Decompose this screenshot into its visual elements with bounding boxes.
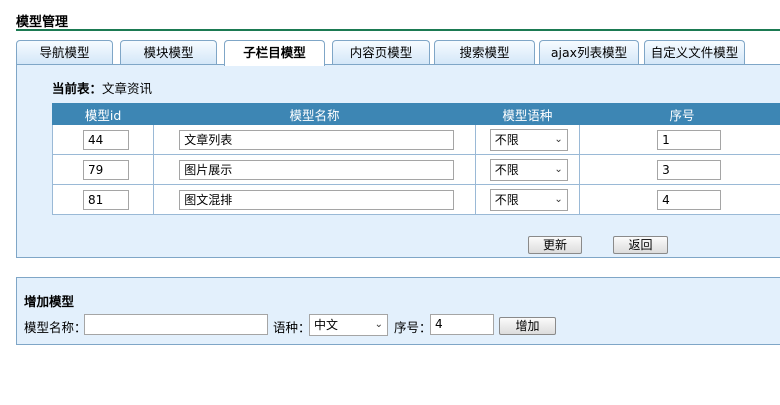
- model-lang-value: 不限: [494, 132, 519, 147]
- model-id-field[interactable]: 81: [83, 189, 129, 210]
- model-lang-select[interactable]: 不限 ⌄: [489, 188, 568, 211]
- col-header-id: 模型id: [51, 103, 155, 125]
- table-row: 79 图片展示 不限 ⌄ 3: [51, 154, 780, 185]
- new-model-lang-select[interactable]: 中文 ⌄: [309, 314, 388, 336]
- chevron-down-icon: ⌄: [374, 319, 383, 330]
- tab-search-model[interactable]: 搜索模型: [434, 40, 535, 64]
- new-model-name-input[interactable]: [84, 314, 268, 335]
- model-lang-select[interactable]: 不限 ⌄: [489, 128, 568, 151]
- model-panel: 当前表：文章资讯 模型id 模型名称 模型语种 序号 44 文章列表 不限 ⌄ 1…: [16, 64, 780, 258]
- lang-label: 语种：: [273, 320, 311, 335]
- model-lang-value: 不限: [494, 162, 519, 177]
- tab-content-page-model[interactable]: 内容页模型: [332, 40, 430, 64]
- back-button[interactable]: 返回: [613, 236, 668, 254]
- new-model-lang-value: 中文: [314, 318, 339, 332]
- table-row: 81 图文混排 不限 ⌄ 4: [51, 184, 780, 215]
- current-table: 当前表：文章资讯: [52, 78, 152, 97]
- chevron-down-icon: ⌄: [554, 193, 563, 205]
- model-lang-select[interactable]: 不限 ⌄: [489, 158, 568, 181]
- model-order-field[interactable]: 3: [657, 159, 722, 180]
- table-header-row: 模型id 模型名称 模型语种 序号: [51, 103, 780, 125]
- model-order-field[interactable]: 1: [657, 129, 722, 150]
- col-header-lang: 模型语种: [474, 103, 581, 125]
- tab-ajax-list-model[interactable]: ajax列表模型: [539, 40, 639, 64]
- table-row: 44 文章列表 不限 ⌄ 1: [51, 124, 780, 155]
- model-order-field[interactable]: 4: [657, 189, 722, 210]
- chevron-down-icon: ⌄: [554, 133, 563, 145]
- new-model-order-input[interactable]: 4: [430, 314, 494, 335]
- title-divider: [16, 29, 780, 31]
- add-model-button[interactable]: 增加: [499, 317, 556, 335]
- tab-module-model[interactable]: 模块模型: [120, 40, 217, 64]
- col-header-name: 模型名称: [153, 103, 476, 125]
- model-name-label: 模型名称：: [24, 320, 87, 335]
- model-id-field[interactable]: 44: [83, 129, 129, 150]
- chevron-down-icon: ⌄: [554, 163, 563, 175]
- col-header-order: 序号: [579, 103, 780, 125]
- model-name-field[interactable]: 图文混排: [179, 189, 455, 210]
- tab-custom-file-model[interactable]: 自定义文件模型: [644, 40, 745, 64]
- model-name-field[interactable]: 文章列表: [179, 129, 455, 150]
- tab-subcolumn-model[interactable]: 子栏目模型: [224, 40, 325, 66]
- tab-nav-model[interactable]: 导航模型: [16, 40, 113, 64]
- add-model-panel: 增加模型 模型名称： 语种： 中文 ⌄ 序号： 4 增加: [16, 277, 780, 345]
- model-id-field[interactable]: 79: [83, 159, 129, 180]
- model-table: 模型id 模型名称 模型语种 序号 44 文章列表 不限 ⌄ 1 79 图片展示 …: [51, 103, 780, 215]
- add-model-title: 增加模型: [24, 294, 75, 309]
- order-label: 序号：: [394, 320, 432, 335]
- page-title: 模型管理: [16, 15, 69, 30]
- model-name-field[interactable]: 图片展示: [179, 159, 455, 180]
- model-lang-value: 不限: [494, 192, 519, 207]
- current-table-label: 当前表：: [52, 81, 103, 96]
- current-table-value: 文章资讯: [102, 81, 153, 96]
- update-button[interactable]: 更新: [528, 236, 582, 254]
